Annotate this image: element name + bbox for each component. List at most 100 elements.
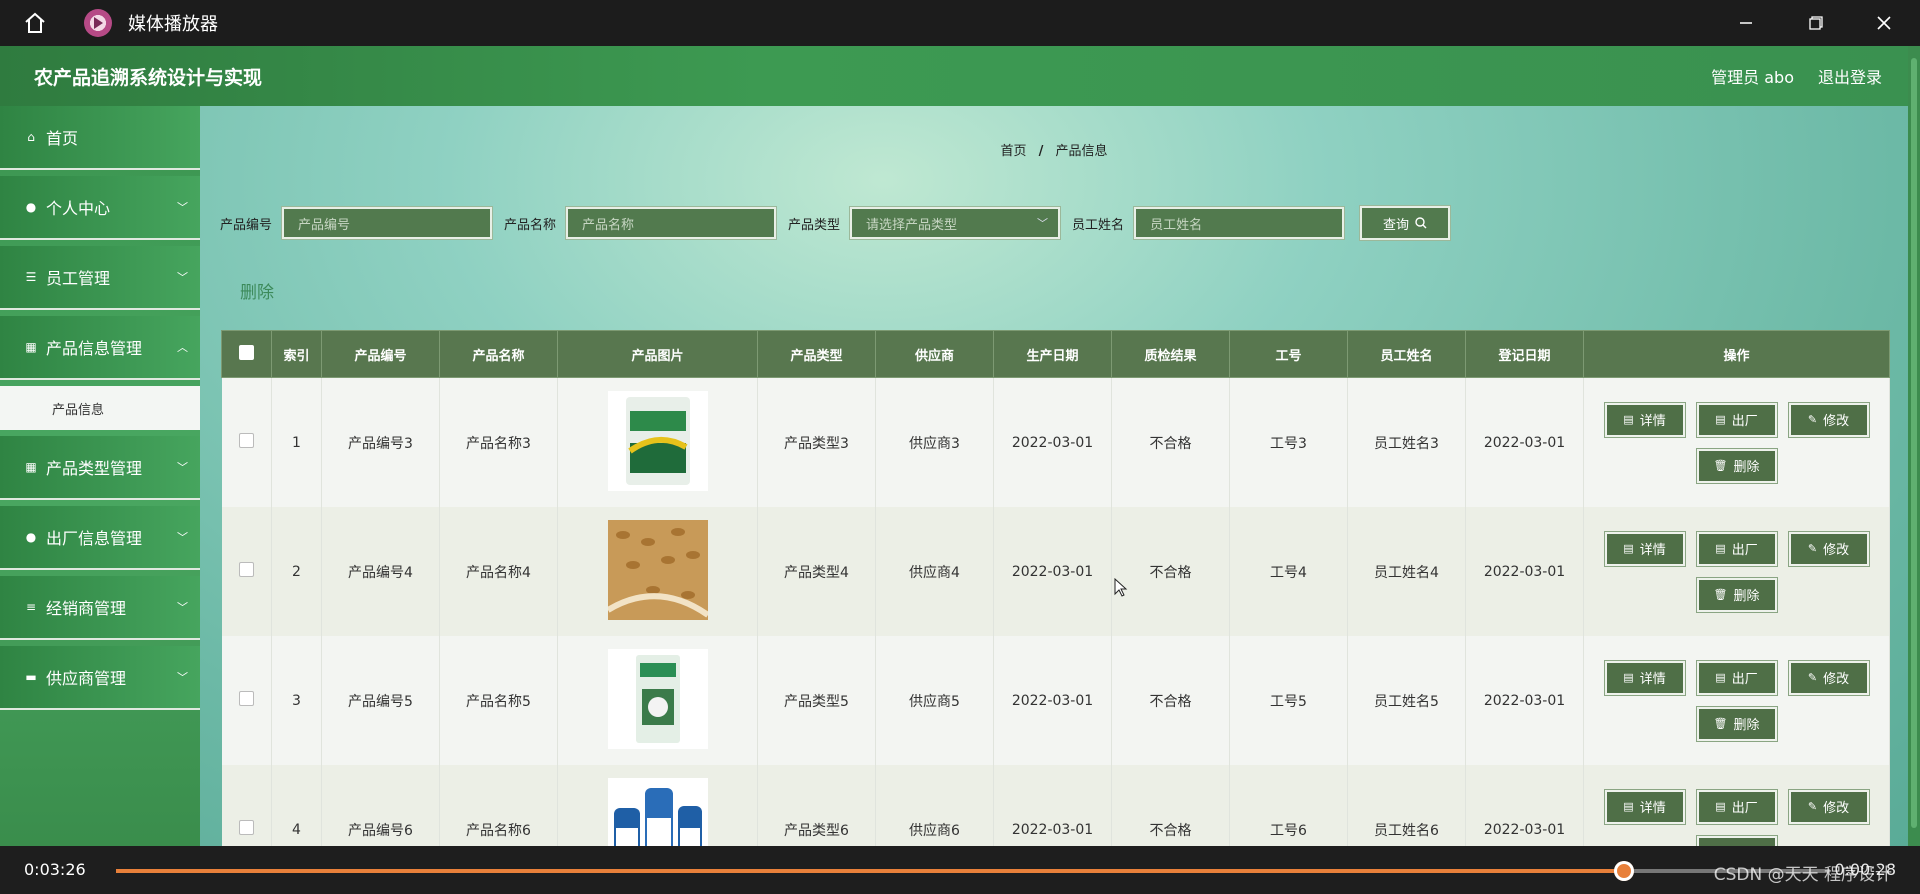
chevron-down-icon: ﹀ (177, 601, 188, 614)
column-header: 产品类型 (757, 330, 876, 378)
product-table: 索引 产品编号 产品名称 产品图片 产品类型 供应商 生产日期 质检结果 工号 … (221, 330, 1890, 846)
delete-button[interactable]: 🗑删除 (1695, 705, 1778, 742)
restore-icon[interactable] (1786, 0, 1846, 46)
cell-product-code: 产品编号4 (321, 507, 440, 636)
cell-product-image (557, 765, 758, 846)
product-code-label: 产品编号 (220, 217, 273, 233)
batch-delete-button[interactable]: 删除 (240, 278, 274, 303)
select-all-checkbox[interactable] (239, 344, 254, 360)
grid-icon: ▦ (25, 460, 37, 474)
breadcrumb: 首页 / 产品信息 (200, 140, 1908, 159)
table-row: 1 产品编号3 产品名称3 产品类型3 供应商3 2022-03-01 不合格 工号3 员工姓名… (221, 377, 1890, 507)
ship-button[interactable]: ▤ 出厂 (1695, 788, 1778, 825)
edit-button[interactable]: ✎ 修改 (1787, 401, 1870, 438)
row-checkbox[interactable] (238, 562, 254, 577)
edit-button[interactable]: ✎ 修改 (1787, 530, 1870, 567)
detail-button[interactable]: ▤ 详情 (1603, 530, 1686, 567)
document-icon: ▤ (1623, 671, 1634, 684)
sidebar-item-supplier[interactable]: ▬ 供应商管理 ﹀ (0, 646, 200, 710)
product-type-select[interactable]: 请选择产品类型 ﹀ (849, 206, 1062, 240)
sidebar-item-personal[interactable]: ● 个人中心 ﹀ (0, 176, 200, 240)
sidebar-item-label: 产品类型管理 (46, 459, 143, 478)
sidebar-subitem-product-info[interactable]: 产品信息 (0, 386, 200, 430)
chevron-up-icon: ︿ (177, 341, 188, 354)
cell-product-name: 产品名称6 (439, 765, 558, 846)
breadcrumb-home[interactable]: 首页 (1000, 144, 1026, 159)
player-title-bar: 媒体播放器 (0, 0, 1920, 46)
ship-button[interactable]: ▤ 出厂 (1695, 530, 1778, 567)
close-icon[interactable] (1854, 0, 1914, 46)
chevron-down-icon: ﹀ (177, 531, 188, 544)
column-header: 员工姓名 (1347, 330, 1466, 378)
delete-button[interactable]: 🗑删除 (1695, 576, 1778, 613)
row-checkbox[interactable] (238, 433, 254, 448)
mouse-cursor-icon (1114, 578, 1128, 597)
cell-employee-name: 员工姓名4 (1347, 507, 1466, 636)
remaining-time: 0:00:28 (1834, 860, 1896, 879)
chevron-down-icon: ﹀ (177, 201, 188, 214)
staff-name-input[interactable]: 员工姓名 (1133, 206, 1346, 240)
cell-employee-no: 工号6 (1229, 765, 1348, 846)
detail-button[interactable]: ▤ 详情 (1603, 659, 1686, 696)
cell-production-date: 2022-03-01 (993, 377, 1112, 507)
cell-production-date: 2022-03-01 (993, 507, 1112, 636)
column-header: 产品编号 (321, 330, 440, 378)
cell-operations: ▤详情▤出厂✎修改 🗑删除 (1583, 765, 1890, 846)
sidebar-item-label: 首页 (46, 129, 79, 148)
document-icon: ▤ (1623, 413, 1634, 426)
home-icon[interactable] (22, 10, 48, 36)
edit-button[interactable]: ✎ 修改 (1787, 659, 1870, 696)
query-button[interactable]: 查询 (1359, 205, 1452, 241)
sidebar-item-shipment[interactable]: ● 出厂信息管理 ﹀ (0, 506, 200, 570)
delete-button[interactable]: 🗑删除 (1695, 834, 1778, 846)
cell-product-code: 产品编号6 (321, 765, 440, 846)
minimize-icon[interactable] (1716, 0, 1776, 46)
delete-button[interactable]: 🗑删除 (1695, 447, 1778, 484)
column-header: 索引 (271, 330, 322, 378)
seek-bar[interactable] (116, 861, 1830, 881)
ship-button[interactable]: ▤ 出厂 (1695, 401, 1778, 438)
sidebar-item-staff[interactable]: ☰ 员工管理 ﹀ (0, 246, 200, 310)
chevron-down-icon: ﹀ (1037, 217, 1049, 230)
page-scrollbar[interactable] (1908, 46, 1920, 846)
search-form: 产品编号 产品编号 产品名称 产品名称 产品类型 请选择产品类型 ﹀ 员工姓名 员… (220, 205, 1452, 241)
sidebar-item-product-info[interactable]: ▦ 产品信息管理 ︿ (0, 316, 200, 380)
cell-employee-name: 员工姓名3 (1347, 377, 1466, 507)
cell-supplier: 供应商4 (875, 507, 994, 636)
detail-button[interactable]: ▤ 详情 (1603, 401, 1686, 438)
row-checkbox[interactable] (238, 820, 254, 835)
logout-link[interactable]: 退出登录 (1818, 64, 1882, 88)
edit-button[interactable]: ✎ 修改 (1787, 788, 1870, 825)
row-checkbox[interactable] (238, 691, 254, 706)
sidebar-item-label: 员工管理 (46, 269, 111, 288)
sidebar-item-home[interactable]: ⌂ 首页 (0, 106, 200, 170)
cell-product-name: 产品名称4 (439, 507, 558, 636)
sidebar-item-dealer[interactable]: ≡ 经销商管理 ﹀ (0, 576, 200, 640)
column-header: 产品图片 (557, 330, 758, 378)
cell-product-image (557, 507, 758, 636)
cell-employee-name: 员工姓名6 (1347, 765, 1466, 846)
pin-icon: ● (25, 530, 37, 544)
ship-button[interactable]: ▤ 出厂 (1695, 659, 1778, 696)
product-code-input[interactable]: 产品编号 (281, 206, 494, 240)
product-name-input[interactable]: 产品名称 (565, 206, 778, 240)
cell-product-type: 产品类型4 (757, 507, 876, 636)
cell-register-date: 2022-03-01 (1465, 636, 1584, 765)
cell-operations: ▤详情▤出厂✎修改🗑删除 (1583, 636, 1890, 765)
table-header-row: 索引 产品编号 产品名称 产品图片 产品类型 供应商 生产日期 质检结果 工号 … (221, 330, 1890, 378)
cell-register-date: 2022-03-01 (1465, 765, 1584, 846)
pencil-icon: ✎ (1807, 800, 1818, 813)
cell-qc-result: 不合格 (1111, 636, 1230, 765)
document-icon: ▤ (1623, 542, 1634, 555)
cell-product-image (557, 636, 758, 765)
document-icon: ▤ (1715, 671, 1726, 684)
detail-button[interactable]: ▤ 详情 (1603, 788, 1686, 825)
cell-employee-name: 员工姓名5 (1347, 636, 1466, 765)
cell-register-date: 2022-03-01 (1465, 507, 1584, 636)
seek-handle[interactable] (1614, 861, 1635, 881)
sliders-icon: ☰ (25, 270, 37, 284)
cell-product-code: 产品编号5 (321, 636, 440, 765)
column-header: 供应商 (875, 330, 994, 378)
sidebar-item-product-type[interactable]: ▦ 产品类型管理 ﹀ (0, 436, 200, 500)
cell-production-date: 2022-03-01 (993, 636, 1112, 765)
